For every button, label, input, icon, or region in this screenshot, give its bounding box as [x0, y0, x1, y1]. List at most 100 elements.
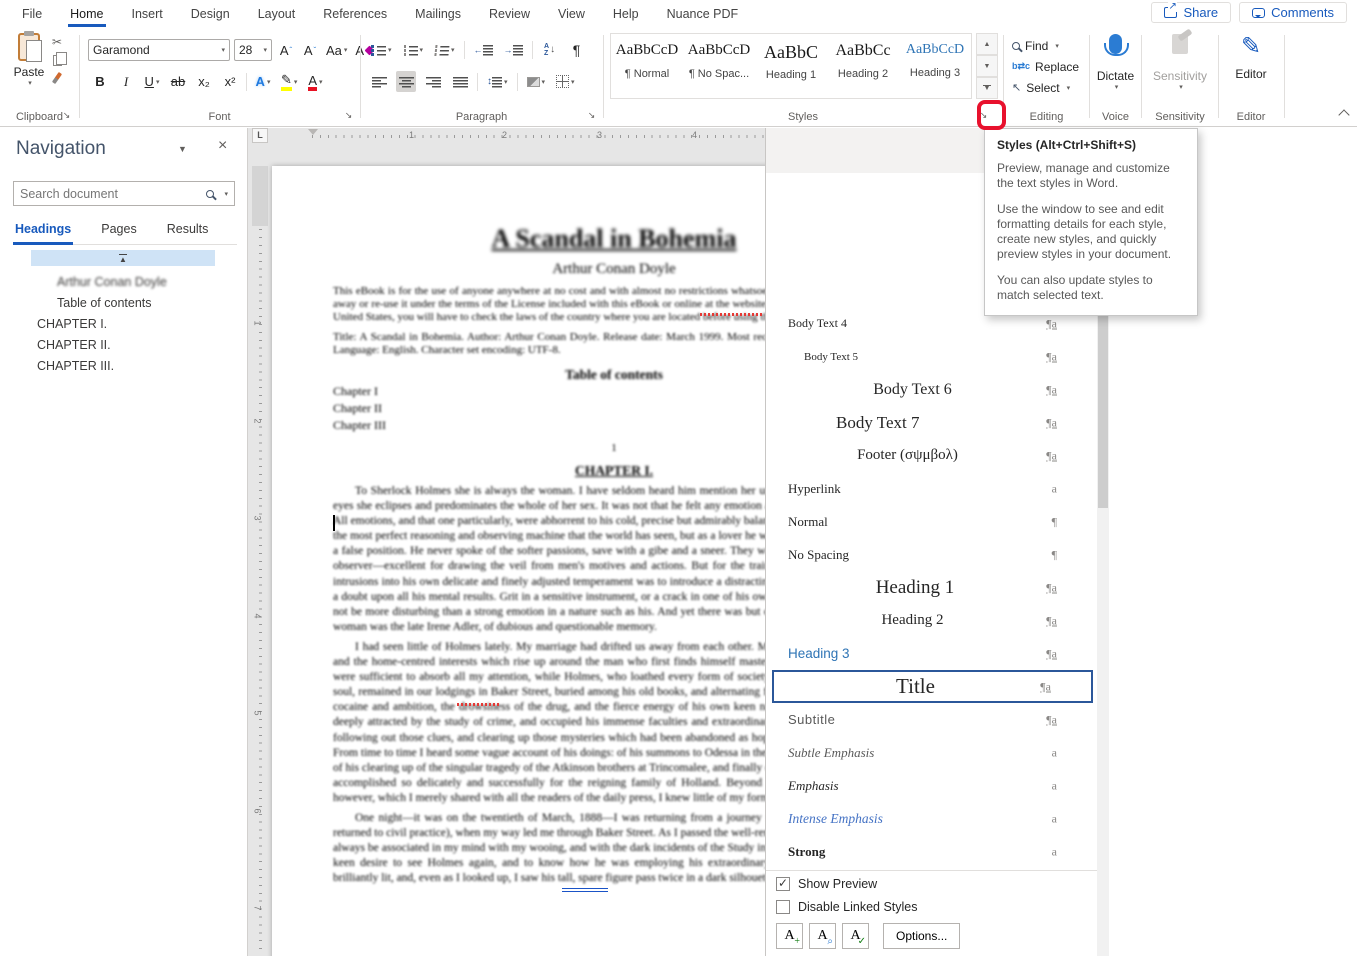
font-size-combo[interactable]: 28▾ [234, 39, 272, 61]
collapse-icon[interactable]: ▲ [119, 254, 127, 263]
change-case-button[interactable]: Aa▾ [324, 40, 349, 61]
styles-gallery-more-button[interactable]: ▼ [976, 77, 998, 99]
underline-button[interactable]: U▾ [142, 71, 162, 92]
tab-references[interactable]: References [309, 0, 401, 27]
style-row-emphasis[interactable]: Emphasisa [766, 769, 1097, 802]
style-row-body-text-5[interactable]: Body Text 5¶a [766, 340, 1097, 373]
style-row-hyperlink[interactable]: Hyperlinka [766, 472, 1097, 505]
options-button[interactable]: Options... [883, 923, 960, 949]
increase-indent-button[interactable]: → [502, 39, 525, 60]
line-spacing-button[interactable]: ↕▾ [485, 71, 510, 92]
tab-view[interactable]: View [544, 0, 599, 27]
nav-tab-pages[interactable]: Pages [99, 218, 138, 244]
style-row-heading-1[interactable]: Heading 1¶a [766, 571, 1097, 604]
style-inspector-button[interactable]: A⌕ [809, 923, 836, 949]
tab-home[interactable]: Home [56, 0, 117, 27]
shading-button[interactable]: ▾ [525, 71, 548, 92]
tab-file[interactable]: File [8, 0, 56, 27]
tab-mailings[interactable]: Mailings [401, 0, 475, 27]
style-row-heading-3[interactable]: Heading 3¶a [766, 637, 1097, 670]
style-heading-3[interactable]: AaBbCcD Heading 3 [899, 34, 971, 98]
style-heading-2[interactable]: AaBbCc Heading 2 [827, 34, 899, 98]
justify-button[interactable] [450, 71, 470, 92]
style-row-title-selected[interactable]: Title¶a [772, 670, 1093, 703]
navigation-pane-close-icon[interactable]: × [218, 137, 227, 155]
dictate-button[interactable]: Dictate ▾ [1090, 32, 1141, 91]
tab-help[interactable]: Help [599, 0, 653, 27]
numbering-button[interactable]: ▾ [401, 39, 426, 60]
shrink-font-button[interactable]: Aˇ [300, 40, 320, 61]
format-painter-button[interactable] [52, 72, 62, 84]
share-button[interactable]: Share [1151, 2, 1231, 23]
navigation-pane-menu-icon[interactable]: ▼ [178, 144, 187, 154]
nav-tab-results[interactable]: Results [165, 218, 211, 244]
clipboard-dialog-launcher[interactable]: ↘ [60, 108, 73, 121]
styles-gallery-down-button[interactable]: ▼ [976, 55, 998, 77]
heading-item-chapter-3[interactable]: CHAPTER III. [0, 355, 247, 376]
heading-item-author[interactable]: Arthur Conan Doyle [0, 271, 247, 292]
grow-font-button[interactable]: Aˆ [276, 40, 296, 61]
collapse-ribbon-button[interactable] [1338, 109, 1349, 120]
tab-layout[interactable]: Layout [244, 0, 310, 27]
search-input[interactable] [14, 187, 206, 201]
manage-styles-button[interactable]: A✓ [842, 923, 869, 949]
disable-linked-styles-checkbox[interactable] [776, 900, 790, 914]
show-preview-checkbox[interactable] [776, 877, 790, 891]
multilevel-list-button[interactable]: ▾ [432, 39, 457, 60]
style-row-body-text-7[interactable]: Body Text 7¶a [766, 406, 1097, 439]
align-center-button[interactable] [396, 71, 416, 92]
style-row-subtitle[interactable]: Subtitle¶a [766, 703, 1097, 736]
heading-item-chapter-2[interactable]: CHAPTER II. [0, 334, 247, 355]
style-row-footer[interactable]: Footer (σψμβολ)¶a [766, 439, 1097, 472]
decrease-indent-button[interactable]: ← [472, 39, 495, 60]
style-row-subtle-emphasis[interactable]: Subtle Emphasisa [766, 736, 1097, 769]
select-button[interactable]: ↖Select▾ [1004, 77, 1089, 98]
style-row-no-spacing[interactable]: No Spacing¶ [766, 538, 1097, 571]
comments-button[interactable]: Comments [1239, 2, 1347, 23]
copy-button[interactable] [53, 55, 62, 66]
nav-tab-headings[interactable]: Headings [13, 218, 73, 244]
font-name-combo[interactable]: Garamond▾ [88, 39, 230, 61]
borders-button[interactable]: ▾ [554, 71, 577, 92]
style-row-body-text-6[interactable]: Body Text 6¶a [766, 373, 1097, 406]
style-row-strong[interactable]: Stronga [766, 835, 1097, 868]
font-dialog-launcher[interactable]: ↘ [342, 108, 355, 121]
paragraph-dialog-launcher[interactable]: ↘ [585, 108, 598, 121]
new-style-button[interactable]: A+ [776, 923, 803, 949]
heading-item-title-selected[interactable]: ▲ [31, 250, 215, 266]
font-color-button[interactable]: A▾ [305, 71, 325, 92]
styles-gallery-up-button[interactable]: ▲ [976, 33, 998, 55]
find-button[interactable]: Find▾ [1004, 35, 1089, 56]
show-hide-pilcrow-button[interactable]: ¶ [567, 39, 587, 60]
tab-insert[interactable]: Insert [118, 0, 177, 27]
strikethrough-button[interactable]: ab [168, 71, 188, 92]
tab-selector[interactable]: L [252, 128, 268, 143]
align-left-button[interactable] [369, 71, 389, 92]
bold-button[interactable]: B [90, 71, 110, 92]
paste-button[interactable]: Paste ▾ [10, 33, 48, 87]
editor-button[interactable]: ✎ Editor [1219, 32, 1283, 81]
align-right-button[interactable] [423, 71, 443, 92]
superscript-button[interactable]: x² [220, 71, 240, 92]
subscript-button[interactable]: x₂ [194, 71, 214, 92]
first-line-indent-marker[interactable] [308, 129, 318, 140]
style-row-normal[interactable]: Normal¶ [766, 505, 1097, 538]
cut-button[interactable]: ✂ [52, 35, 62, 49]
style-row-heading-2[interactable]: Heading 2¶a [766, 604, 1097, 637]
tab-design[interactable]: Design [177, 0, 244, 27]
style-normal[interactable]: AaBbCcD ¶ Normal [611, 34, 683, 98]
tab-nuance-pdf[interactable]: Nuance PDF [653, 0, 753, 27]
paste-dropdown-icon[interactable]: ▾ [12, 79, 48, 87]
style-no-spacing[interactable]: AaBbCcD ¶ No Spac... [683, 34, 755, 98]
search-icon[interactable] [206, 190, 214, 198]
style-heading-1[interactable]: AaBbC Heading 1 [755, 34, 827, 98]
italic-button[interactable]: I [116, 71, 136, 92]
heading-item-toc[interactable]: Table of contents [0, 292, 247, 313]
text-effects-button[interactable]: A▾ [253, 71, 273, 92]
replace-button[interactable]: b⇄cReplace [1004, 56, 1089, 77]
sort-button[interactable]: AZ↓ [540, 39, 560, 60]
text-highlight-button[interactable]: ✎▾ [279, 71, 299, 92]
tab-review[interactable]: Review [475, 0, 544, 27]
bullets-button[interactable]: ▾ [369, 39, 394, 60]
style-row-intense-emphasis[interactable]: Intense Emphasisa [766, 802, 1097, 835]
